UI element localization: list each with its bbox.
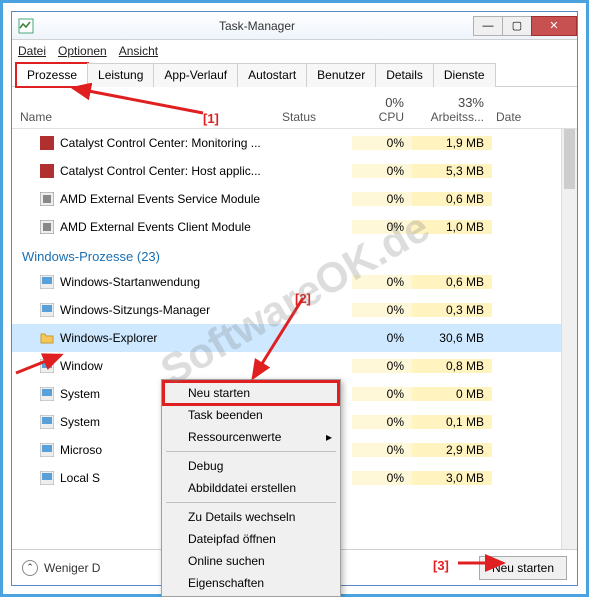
process-memory: 0 MB [412, 387, 492, 401]
menubar: Datei Optionen Ansicht [12, 40, 577, 62]
process-group-windows[interactable]: Windows-Prozesse (23) [12, 241, 577, 268]
header-date[interactable]: Date [492, 110, 577, 124]
context-menu-item[interactable]: Task beenden [164, 404, 338, 426]
header-name[interactable]: Name [12, 110, 282, 124]
fewer-details-label: Weniger D [44, 561, 100, 575]
context-menu-item[interactable]: Online suchen [164, 550, 338, 572]
process-cpu: 0% [352, 471, 412, 485]
tab-details[interactable]: Details [375, 63, 434, 87]
process-name: AMD External Events Service Module [12, 192, 282, 206]
context-menu-item[interactable]: Abbilddatei erstellen [164, 477, 338, 499]
process-cpu: 0% [352, 443, 412, 457]
process-memory: 0,6 MB [412, 192, 492, 206]
minimize-button[interactable]: — [473, 16, 503, 36]
tab-users[interactable]: Benutzer [306, 63, 376, 87]
menu-options[interactable]: Optionen [58, 44, 107, 58]
scroll-thumb[interactable] [564, 129, 575, 189]
tab-services[interactable]: Dienste [433, 63, 496, 87]
process-memory: 1,9 MB [412, 136, 492, 150]
submenu-arrow-icon: ▸ [326, 430, 332, 444]
tab-app-history[interactable]: App-Verlauf [153, 63, 238, 87]
menu-separator [166, 451, 336, 452]
process-name: Windows-Startanwendung [12, 275, 282, 289]
close-button[interactable]: ✕ [531, 16, 577, 36]
process-name: Catalyst Control Center: Monitoring ... [12, 136, 282, 150]
chevron-up-icon: ⌃ [22, 560, 38, 576]
table-row[interactable]: Windows-Startanwendung 0%0,6 MB [12, 268, 577, 296]
process-cpu: 0% [352, 415, 412, 429]
table-row[interactable]: Windows-Sitzungs-Manager 0%0,3 MB [12, 296, 577, 324]
maximize-button[interactable]: ▢ [502, 16, 532, 36]
tabs: Prozesse Leistung App-Verlauf Autostart … [12, 62, 577, 87]
process-memory: 30,6 MB [412, 331, 492, 345]
header-status[interactable]: Status [282, 110, 352, 124]
window-buttons: — ▢ ✕ [474, 16, 577, 36]
tab-startup[interactable]: Autostart [237, 63, 307, 87]
table-row[interactable]: Window 0%0,8 MB [12, 352, 577, 380]
header-memory[interactable]: 33% Arbeitss... [412, 95, 492, 124]
process-name: Windows-Explorer [12, 331, 282, 345]
context-menu: Neu startenTask beendenRessourcenwerte▸ D… [161, 379, 341, 597]
process-cpu: 0% [352, 164, 412, 178]
context-menu-item[interactable]: Ressourcenwerte▸ [164, 426, 338, 448]
process-memory: 0,6 MB [412, 275, 492, 289]
process-memory: 1,0 MB [412, 220, 492, 234]
app-icon [18, 18, 34, 34]
process-cpu: 0% [352, 387, 412, 401]
process-memory: 0,8 MB [412, 359, 492, 373]
process-cpu: 0% [352, 275, 412, 289]
window-title: Task-Manager [40, 19, 474, 33]
process-name: Window [12, 359, 282, 373]
process-memory: 5,3 MB [412, 164, 492, 178]
process-memory: 2,9 MB [412, 443, 492, 457]
process-cpu: 0% [352, 359, 412, 373]
menu-file[interactable]: Datei [18, 44, 46, 58]
column-headers: Name Status 0% CPU 33% Arbeitss... Date [12, 87, 577, 129]
tab-performance[interactable]: Leistung [87, 63, 154, 87]
process-memory: 3,0 MB [412, 471, 492, 485]
process-cpu: 0% [352, 192, 412, 206]
scrollbar[interactable] [561, 129, 577, 549]
process-name: Catalyst Control Center: Host applic... [12, 164, 282, 178]
menu-separator [166, 502, 336, 503]
process-cpu: 0% [352, 136, 412, 150]
tab-processes[interactable]: Prozesse [16, 63, 88, 87]
table-row[interactable]: Catalyst Control Center: Monitoring ... 0… [12, 129, 577, 157]
table-row[interactable]: AMD External Events Service Module 0%0,6 … [12, 185, 577, 213]
context-menu-item[interactable]: Debug [164, 455, 338, 477]
table-row[interactable]: Catalyst Control Center: Host applic... 0… [12, 157, 577, 185]
process-name: AMD External Events Client Module [12, 220, 282, 234]
restart-button[interactable]: Neu starten [479, 556, 567, 580]
process-memory: 0,1 MB [412, 415, 492, 429]
fewer-details-toggle[interactable]: ⌃ Weniger D [22, 560, 100, 576]
table-row[interactable]: AMD External Events Client Module 0%1,0 M… [12, 213, 577, 241]
menu-view[interactable]: Ansicht [119, 44, 158, 58]
titlebar[interactable]: Task-Manager — ▢ ✕ [12, 12, 577, 40]
context-menu-item[interactable]: Dateipfad öffnen [164, 528, 338, 550]
context-menu-item[interactable]: Zu Details wechseln [164, 506, 338, 528]
header-cpu[interactable]: 0% CPU [352, 95, 412, 124]
context-menu-item[interactable]: Neu starten [164, 382, 338, 404]
process-name: Windows-Sitzungs-Manager [12, 303, 282, 317]
process-cpu: 0% [352, 220, 412, 234]
process-cpu: 0% [352, 331, 412, 345]
table-row[interactable]: Windows-Explorer 0%30,6 MB [12, 324, 577, 352]
process-cpu: 0% [352, 303, 412, 317]
context-menu-item[interactable]: Eigenschaften [164, 572, 338, 594]
process-memory: 0,3 MB [412, 303, 492, 317]
